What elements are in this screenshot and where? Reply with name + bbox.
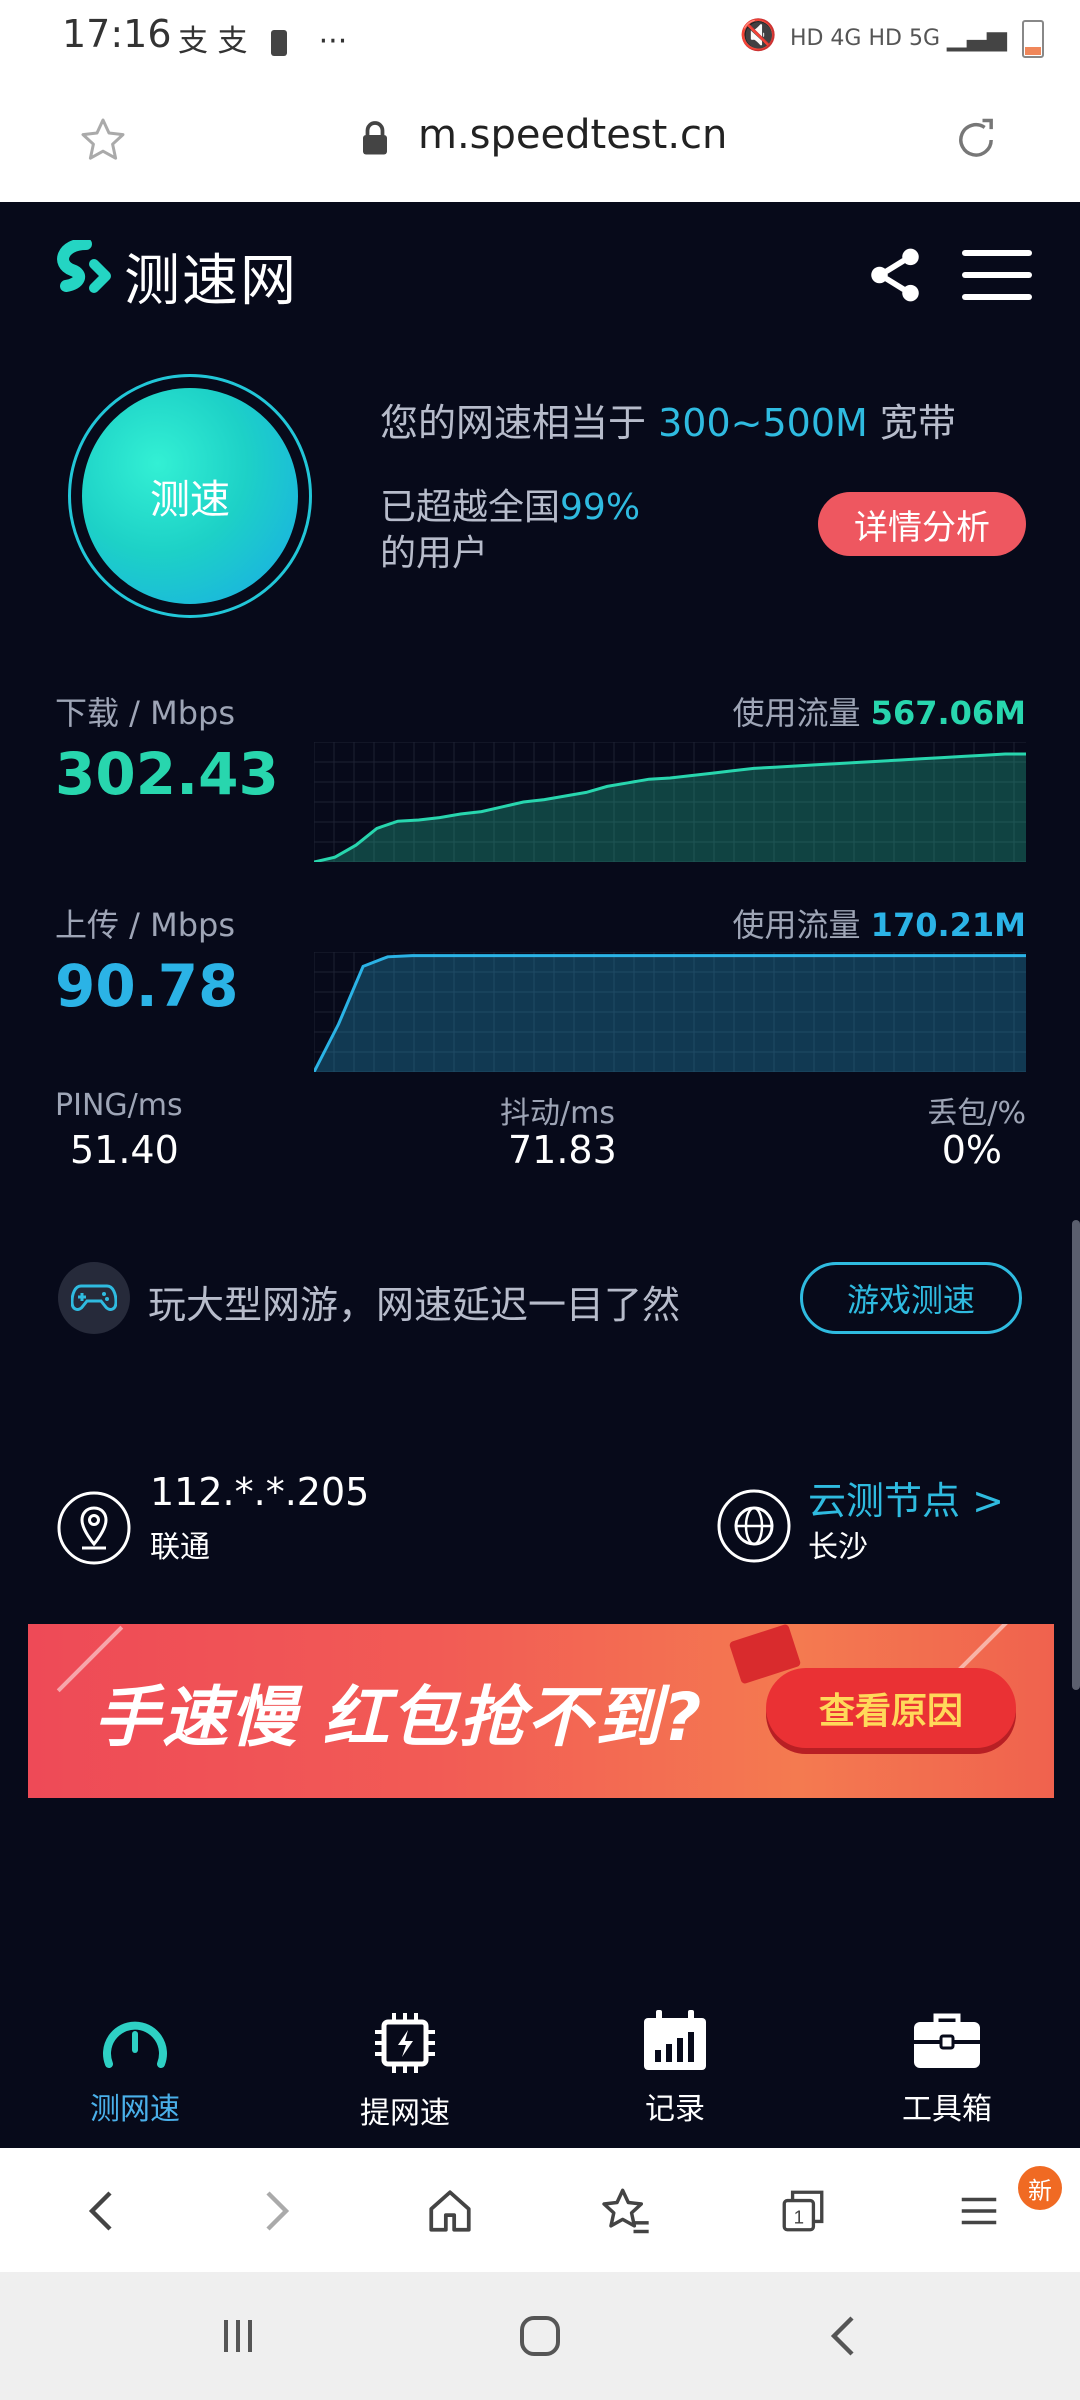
download-chart [314, 742, 1026, 862]
more-icon: ··· [318, 24, 348, 59]
status-bar: 17:16 支 支 ··· 🔇 HD 4G HD 5G ▁▃▅ [0, 0, 1080, 76]
ip-address: 112.*.*.205 [150, 1470, 370, 1514]
download-series-area [314, 754, 1026, 862]
beat-suffix: 的用户 [380, 533, 489, 574]
game-speed-test-button[interactable]: 游戏测速 [800, 1262, 1022, 1334]
speedometer-icon [103, 2021, 167, 2068]
home-button-icon[interactable] [518, 2314, 562, 2358]
logo-text: 测速网 [124, 249, 298, 314]
network-labels: HD 4G HD 5G [789, 26, 940, 51]
lock-icon [363, 121, 387, 155]
nav-boost[interactable]: 提网速 [305, 2010, 505, 2132]
download-value: 302.43 [55, 740, 279, 808]
browser-url-bar: m.speedtest.cn [0, 76, 1080, 202]
nav-toolbox[interactable]: 工具箱 [847, 2010, 1047, 2128]
broadband-equivalence: 您的网速相当于 300~500M 宽带 [380, 392, 956, 447]
detail-analysis-button[interactable]: 详情分析 [818, 492, 1026, 556]
home-icon[interactable] [424, 2186, 476, 2236]
browser-bottom-bar: 1 新 [0, 2148, 1080, 2272]
start-test-button[interactable]: 测速 [82, 388, 298, 604]
nav-speed-label: 测网速 [90, 2092, 180, 2127]
toolbox-icon [914, 2013, 980, 2068]
globe-icon [717, 1489, 791, 1563]
upload-value: 90.78 [55, 952, 239, 1020]
nav-speed-test[interactable]: 测网速 [35, 2010, 235, 2128]
download-usage-value: 567.06M [870, 694, 1026, 732]
logo-icon [57, 240, 111, 293]
node-city: 长沙 [808, 1530, 868, 1565]
banner-cta-button[interactable]: 查看原因 [766, 1668, 1016, 1748]
status-right-icons: 🔇 HD 4G HD 5G ▁▃▅ [740, 18, 1044, 58]
status-time: 17:16 [62, 12, 172, 56]
share-icon[interactable] [864, 244, 926, 306]
signal-icon: ▁▃▅ [947, 22, 1007, 52]
banner-headline: 手速慢 红包抢不到? [94, 1679, 704, 1756]
system-back-icon[interactable] [826, 2314, 862, 2358]
upload-usage-label: 使用流量 [732, 906, 871, 944]
isp-name: 联通 [150, 1530, 210, 1565]
packet-loss-label: 丢包/% [927, 1096, 1026, 1131]
new-badge: 新 [1018, 2166, 1062, 2210]
gamepad-badge [58, 1262, 130, 1334]
equiv-suffix: 宽带 [867, 401, 956, 445]
equiv-prefix: 您的网速相当于 [380, 401, 659, 445]
scrollbar[interactable] [1072, 1220, 1080, 1690]
recent-apps-icon[interactable] [218, 2316, 258, 2356]
upload-usage: 使用流量 170.21M [732, 900, 1026, 946]
upload-label: 上传 / Mbps [55, 906, 236, 944]
download-usage: 使用流量 567.06M [732, 688, 1026, 734]
system-nav-bar [0, 2272, 1080, 2400]
download-label: 下载 / Mbps [55, 694, 236, 732]
ranking-line: 已超越全国99% [380, 478, 640, 530]
nav-boost-label: 提网速 [360, 2096, 450, 2131]
equiv-value: 300~500M [658, 401, 868, 445]
beat-prefix: 已超越全国 [380, 487, 561, 528]
location-icon [57, 1491, 131, 1565]
chip-icon [375, 2013, 435, 2073]
url-text[interactable]: m.speedtest.cn [418, 112, 727, 158]
menu-lines-icon[interactable] [956, 2186, 1002, 2236]
packet-loss-value: 0% [941, 1128, 1002, 1172]
upload-usage-value: 170.21M [870, 906, 1026, 944]
nav-toolbox-label: 工具箱 [902, 2092, 992, 2127]
alipay-notification-icon: 支 支 [178, 24, 248, 59]
game-promo-text: 玩大型网游，网速延迟一目了然 [148, 1283, 681, 1327]
download-usage-label: 使用流量 [732, 694, 871, 732]
records-icon [644, 2010, 706, 2070]
nav-records[interactable]: 记录 [575, 2010, 775, 2128]
svg-text:1: 1 [794, 2207, 804, 2228]
upload-chart [314, 952, 1026, 1072]
cloud-node-link[interactable]: 云测节点 > [808, 1470, 1004, 1525]
forward-icon[interactable] [256, 2186, 296, 2236]
status-notification-icons: 支 支 ··· [178, 16, 347, 60]
upload-series-area [314, 955, 1026, 1072]
favorites-icon[interactable] [600, 2186, 654, 2238]
beat-value: 99% [560, 487, 641, 528]
jitter-value: 71.83 [508, 1128, 617, 1172]
tabs-icon[interactable]: 1 [776, 2186, 830, 2236]
alert-icon [271, 29, 288, 56]
menu-icon[interactable] [960, 246, 1034, 304]
bookmark-star-icon[interactable] [78, 116, 128, 164]
ping-label: PING/ms [55, 1088, 183, 1123]
back-icon[interactable] [82, 2186, 122, 2236]
mute-icon: 🔇 [739, 18, 777, 53]
promo-banner[interactable]: 手速慢 红包抢不到? 查看原因 [28, 1624, 1054, 1798]
gamepad-icon [71, 1284, 117, 1311]
ping-value: 51.40 [70, 1128, 179, 1172]
reload-icon[interactable] [950, 114, 1002, 166]
battery-icon [1022, 20, 1044, 58]
jitter-label: 抖动/ms [500, 1096, 615, 1131]
nav-records-label: 记录 [645, 2092, 705, 2127]
